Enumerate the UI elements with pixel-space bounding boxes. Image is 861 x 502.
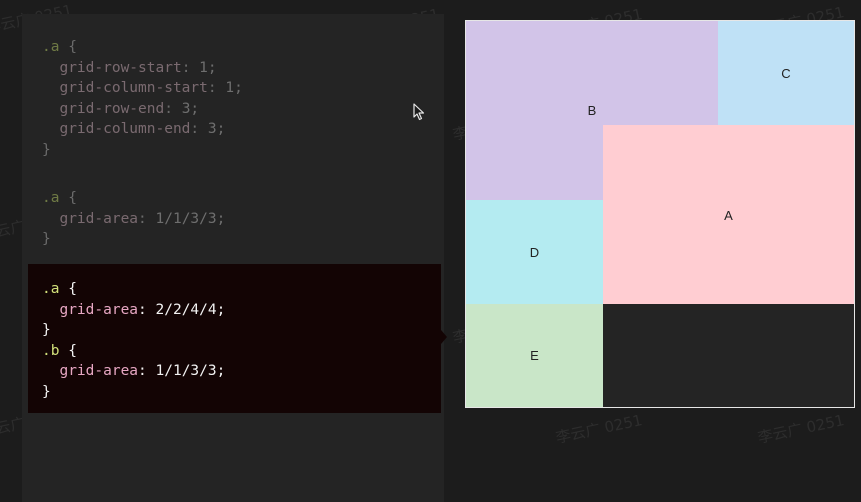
watermark: 李云广 0251 bbox=[554, 411, 644, 447]
css-value: 1; bbox=[199, 59, 217, 76]
open-brace: { bbox=[59, 342, 77, 359]
css-property: grid-area bbox=[59, 301, 139, 318]
open-brace: { bbox=[59, 39, 77, 55]
grid-preview: B C A D E bbox=[465, 20, 855, 408]
css-value: 2/2/4/4; bbox=[155, 301, 226, 318]
open-brace: { bbox=[59, 281, 77, 297]
css-selector: .a bbox=[42, 190, 60, 206]
grid-item-c: C bbox=[718, 21, 854, 125]
css-property: grid-column-end bbox=[59, 121, 191, 137]
close-brace: } bbox=[42, 322, 51, 338]
grid-item-e: E bbox=[466, 304, 603, 407]
css-selector-a: .a bbox=[42, 281, 60, 297]
mouse-pointer-icon bbox=[413, 103, 425, 121]
css-property: grid-column-start bbox=[59, 80, 208, 96]
watermark: 李云广 0251 bbox=[756, 411, 846, 447]
css-value: 3; bbox=[181, 100, 200, 117]
code-block-shorthand: .a { grid-area: 1/1/3/3; } bbox=[42, 190, 226, 247]
css-value: 1/1/3/3; bbox=[155, 210, 226, 227]
code-block-longhand: .a { grid-row-start: 1; grid-column-star… bbox=[42, 39, 243, 158]
css-selector-b: .b bbox=[42, 342, 60, 359]
css-value: 1; bbox=[225, 80, 243, 96]
css-value: 1/1/3/3; bbox=[155, 363, 226, 379]
close-brace: } bbox=[42, 141, 51, 158]
code-editor-panel[interactable]: .a { grid-row-start: 1; grid-column-star… bbox=[22, 14, 444, 502]
grid-item-a: A bbox=[603, 125, 854, 304]
css-property: grid-area bbox=[59, 210, 139, 227]
grid-item-d: D bbox=[466, 200, 603, 304]
css-value: 3; bbox=[207, 121, 226, 137]
open-brace: { bbox=[59, 190, 77, 206]
close-brace: } bbox=[42, 231, 51, 247]
css-selector: .a bbox=[42, 39, 60, 55]
css-property: grid-row-start bbox=[59, 59, 182, 76]
close-brace: } bbox=[42, 383, 51, 400]
css-property: grid-row-end bbox=[59, 100, 165, 117]
css-property: grid-area bbox=[59, 363, 139, 379]
code-block-active: .a { grid-area: 2/2/4/4; } .b { grid-are… bbox=[42, 281, 226, 400]
active-code-block[interactable]: .a { grid-area: 2/2/4/4; } .b { grid-are… bbox=[28, 264, 447, 413]
